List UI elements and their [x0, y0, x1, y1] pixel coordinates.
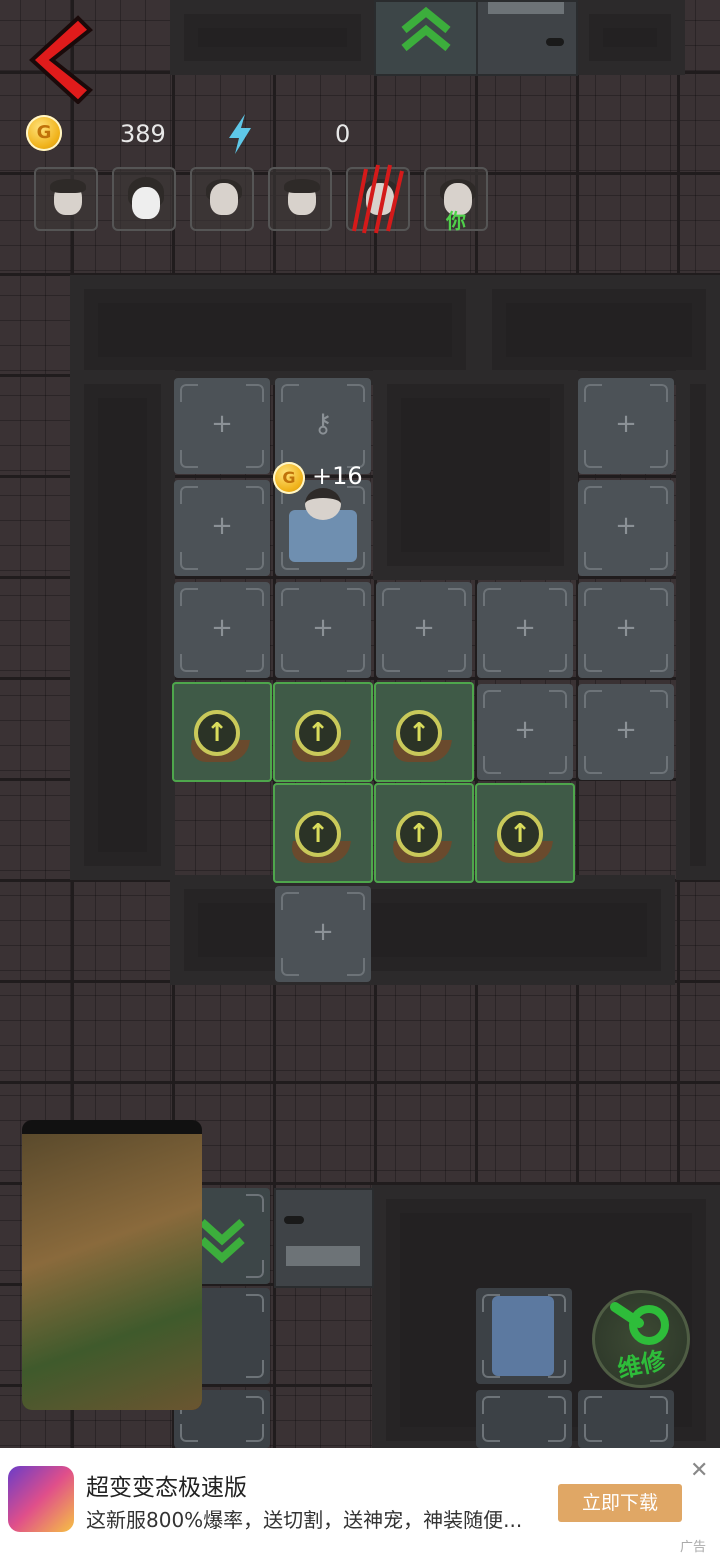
bed-icon — [492, 1296, 554, 1376]
player-avatar-1[interactable] — [34, 167, 98, 231]
bed-room-slot[interactable] — [476, 1288, 572, 1384]
upgrade-slot[interactable]: ↑ — [172, 682, 272, 782]
build-slot[interactable]: + — [578, 378, 674, 474]
top-exit-arrow[interactable] — [374, 0, 478, 76]
coin-count: 389 — [120, 120, 166, 148]
upgrade-slot[interactable]: ↑ — [374, 682, 474, 782]
upgrade-arrow-icon: ↑ — [396, 710, 442, 756]
chevron-up-icon — [401, 6, 451, 52]
player-avatar-3[interactable] — [190, 167, 254, 231]
build-slot[interactable]: + — [275, 582, 371, 678]
energy-count: 0 — [335, 120, 351, 148]
plus-icon: + — [413, 613, 435, 643]
plus-icon: + — [615, 613, 637, 643]
upgrade-arrow-icon: ↑ — [295, 811, 341, 857]
plus-icon: + — [615, 511, 637, 541]
build-slot[interactable]: + — [275, 886, 371, 982]
reward-coin-icon: G — [273, 462, 305, 494]
top-corridor — [170, 0, 375, 75]
build-slot[interactable]: + — [376, 582, 472, 678]
upgrade-slot[interactable]: ↑ — [273, 783, 373, 883]
room-wall-inner — [373, 370, 578, 580]
room-wall-upper-right — [478, 275, 720, 385]
plus-icon: + — [312, 917, 334, 947]
avatar-face — [132, 187, 160, 219]
upgrade-slot[interactable]: ↑ — [273, 682, 373, 782]
upgrade-arrow-icon: ↑ — [295, 710, 341, 756]
avatar-hair — [284, 179, 320, 193]
claw-mark-icon — [352, 164, 404, 234]
reward-amount: +16 — [312, 462, 363, 490]
floor-tile — [578, 1390, 674, 1448]
door-slot[interactable]: ⚷ — [275, 378, 371, 474]
player-avatar-2[interactable] — [112, 167, 176, 231]
top-door[interactable] — [476, 0, 578, 76]
build-slot[interactable]: + — [174, 480, 270, 576]
build-slot[interactable]: + — [578, 582, 674, 678]
ad-banner[interactable]: 超变变态极速版 这新服800%爆率，送切割，送神宠，神装随便... 立即下载 ✕… — [0, 1448, 720, 1560]
build-slot[interactable]: + — [578, 480, 674, 576]
plus-icon: + — [312, 613, 334, 643]
plus-icon: + — [211, 613, 233, 643]
plus-icon: + — [211, 409, 233, 439]
repair-button[interactable]: 维修 — [592, 1290, 690, 1388]
upgrade-slot[interactable]: ↑ — [475, 783, 575, 883]
back-arrow-icon[interactable] — [26, 14, 96, 104]
upgrade-slot[interactable]: ↑ — [374, 783, 474, 883]
player-avatar-self[interactable]: 你 — [424, 167, 488, 233]
ad-download-button[interactable]: 立即下载 — [558, 1484, 682, 1522]
build-slot[interactable]: + — [477, 582, 573, 678]
avatar-hair — [50, 179, 86, 193]
door-handle — [546, 38, 564, 46]
self-tag: 你 — [446, 209, 466, 233]
build-slot[interactable]: + — [578, 684, 674, 780]
build-slot[interactable]: + — [477, 684, 573, 780]
lower-door[interactable] — [274, 1188, 374, 1288]
room-wall-left — [70, 370, 175, 880]
player-avatar-4[interactable] — [268, 167, 332, 231]
avatar-face — [210, 183, 238, 215]
close-icon[interactable]: ✕ — [690, 1458, 708, 1483]
door-handle — [284, 1216, 304, 1224]
floor-tile — [476, 1390, 572, 1448]
ad-description: 这新服800%爆率，送切割，送神宠，神装随便... — [86, 1508, 523, 1532]
ad-app-icon — [8, 1466, 74, 1532]
room-wall-upper — [70, 275, 480, 385]
room-wall-bottom — [170, 875, 675, 985]
build-slot[interactable]: + — [174, 378, 270, 474]
video-frame — [22, 1134, 202, 1410]
room-wall-right — [676, 370, 720, 880]
sleeping-player — [305, 488, 341, 520]
door-window — [488, 2, 564, 14]
upgrade-arrow-icon: ↑ — [194, 710, 240, 756]
plus-icon: + — [211, 511, 233, 541]
ad-title: 超变变态极速版 — [86, 1475, 247, 1501]
upgrade-arrow-icon: ↑ — [396, 811, 442, 857]
video-ad-overlay[interactable] — [22, 1120, 202, 1410]
door-window — [286, 1246, 360, 1266]
build-slot[interactable]: + — [174, 582, 270, 678]
lightning-icon — [229, 114, 251, 154]
plus-icon: + — [615, 409, 637, 439]
bed-slot[interactable] — [275, 480, 371, 576]
top-corridor-right — [575, 0, 685, 75]
upgrade-arrow-icon: ↑ — [497, 811, 543, 857]
ad-tag: 广告 — [680, 1540, 707, 1555]
player-avatar-5[interactable] — [346, 164, 410, 234]
plus-icon: + — [514, 715, 536, 745]
coin-icon: G — [26, 115, 62, 151]
key-icon: ⚷ — [313, 409, 333, 439]
plus-icon: + — [615, 715, 637, 745]
plus-icon: + — [514, 613, 536, 643]
